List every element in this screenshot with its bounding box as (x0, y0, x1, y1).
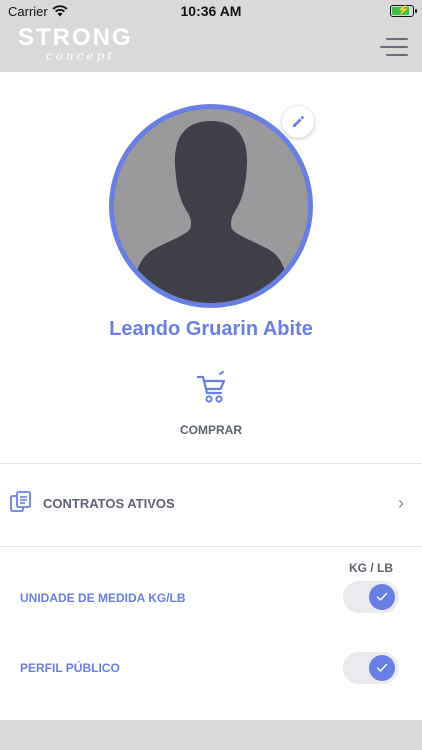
chevron-right-icon: › (398, 493, 404, 513)
toggle-knob (369, 655, 395, 681)
buy-label: COMPRAR (180, 423, 242, 437)
toggle-knob (369, 584, 395, 610)
buy-button[interactable]: COMPRAR (170, 368, 252, 440)
status-time: 10:36 AM (180, 3, 242, 19)
logo-main-text: STRONG (18, 24, 133, 51)
logo-sub-text: concept (46, 49, 115, 63)
status-bar: Carrier 10:36 AM ⚡ (0, 0, 422, 24)
person-silhouette-icon (114, 109, 308, 303)
divider (0, 546, 422, 547)
checkmark-icon (376, 592, 388, 601)
profile-name: Leando Gruarin Abite (109, 318, 313, 340)
app-logo: STRONG concept (18, 25, 143, 65)
divider (0, 463, 422, 464)
documents-icon (10, 491, 32, 518)
edit-profile-button[interactable] (282, 106, 314, 138)
hamburger-menu-icon[interactable] (380, 36, 408, 58)
contracts-row[interactable]: CONTRATOS ATIVOS › (0, 479, 422, 529)
unit-setting-label: UNIDADE DE MEDIDA KG/LB (20, 591, 186, 605)
avatar (109, 104, 313, 308)
unit-header: KG / LB (349, 561, 393, 575)
public-profile-label: PERFIL PÚBLICO (20, 661, 120, 675)
bottom-bar (0, 720, 422, 750)
public-profile-toggle[interactable] (343, 652, 399, 684)
contracts-label: CONTRATOS ATIVOS (43, 496, 175, 511)
shopping-cart-icon (196, 371, 226, 403)
app-header: Carrier 10:36 AM ⚡ STRONG concept (0, 0, 422, 72)
battery-icon: ⚡ (390, 5, 417, 17)
pencil-icon (293, 116, 304, 127)
unit-toggle[interactable] (343, 581, 399, 613)
checkmark-icon (376, 663, 388, 672)
